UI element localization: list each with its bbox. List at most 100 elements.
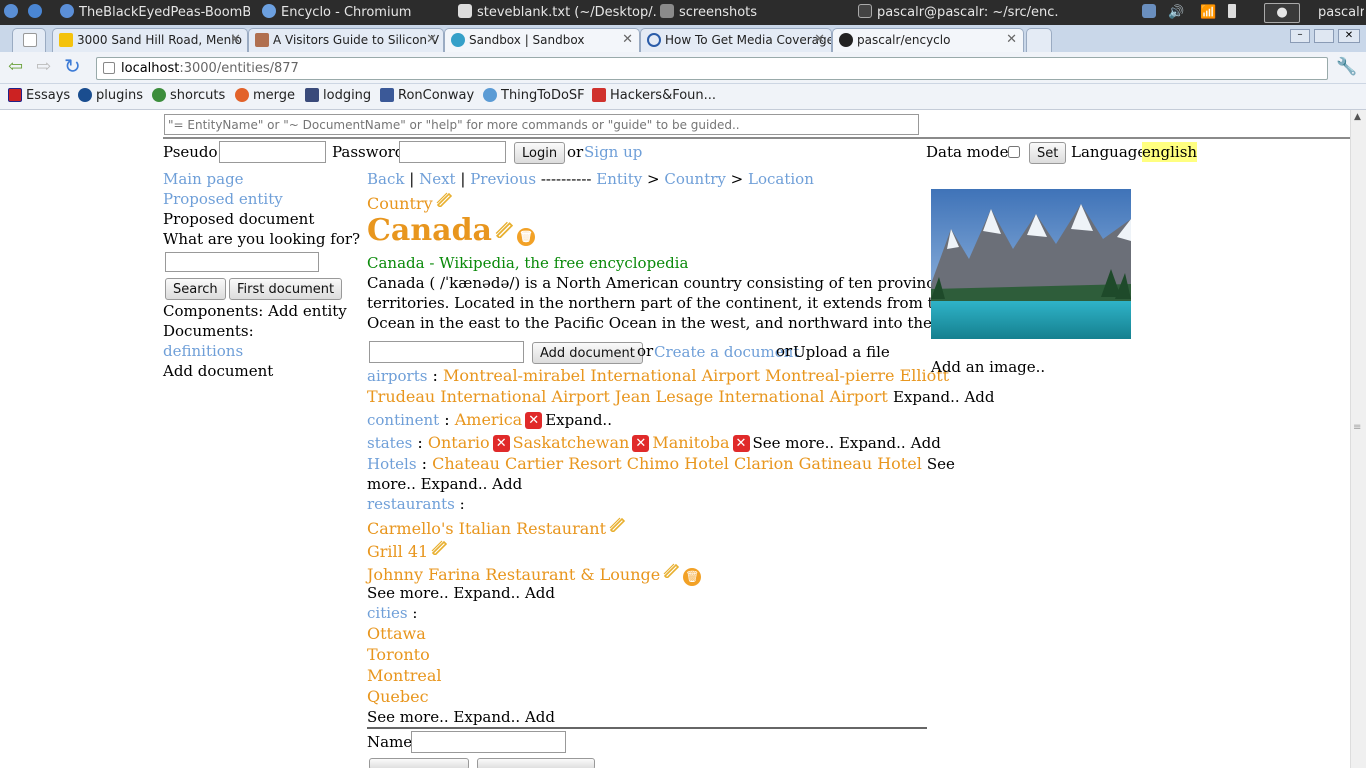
password-input[interactable] [399, 141, 506, 163]
state-item[interactable]: Saskatchewan [513, 433, 630, 452]
next-link[interactable]: Next [419, 170, 456, 188]
back-icon[interactable]: ⇦ [8, 58, 23, 76]
name-input[interactable] [411, 731, 566, 753]
sidebar-components[interactable]: Components: Add entity [163, 301, 347, 321]
close-icon[interactable]: ✕ [814, 29, 825, 51]
minimize-icon[interactable]: – [1290, 29, 1310, 43]
reload-icon[interactable]: ↻ [64, 56, 81, 76]
relation-label[interactable]: restaurants [367, 495, 455, 513]
city-item[interactable]: Quebec [367, 687, 429, 707]
volume-icon[interactable]: 🔊 [1168, 0, 1190, 25]
relation-label[interactable]: states [367, 434, 412, 452]
see-more-expand-link[interactable]: See more.. Expand.. [753, 434, 906, 452]
sidebar-proposed-document[interactable]: Proposed document [163, 209, 314, 229]
relation-label[interactable]: airports [367, 367, 427, 385]
state-item[interactable]: Ontario [428, 433, 490, 452]
new-tab-button[interactable] [1026, 28, 1052, 52]
edit-pencil-icon[interactable] [431, 539, 448, 555]
delete-trash-icon[interactable]: 🗑 [516, 228, 535, 246]
expand-add-link[interactable]: Expand.. Add [893, 388, 995, 406]
chromium-launcher-icon[interactable] [28, 0, 48, 25]
remove-icon[interactable]: ✕ [492, 435, 510, 452]
crumb-location[interactable]: Location [748, 170, 814, 188]
tab-sandbox[interactable]: Sandbox | Sandbox ✕ [444, 28, 640, 52]
sidebar-proposed-entity[interactable]: Proposed entity [163, 189, 283, 209]
tab-encyclo[interactable]: pascalr/encyclo ✕ [832, 28, 1024, 52]
document-name-input[interactable] [369, 341, 524, 363]
bookmark-shorcuts[interactable]: shorcuts [152, 88, 225, 103]
bookmark-essays[interactable]: Essays [8, 88, 70, 103]
city-item[interactable]: Ottawa [367, 624, 426, 644]
address-bar[interactable]: localhost:3000/entities/877 [96, 57, 1328, 80]
app-menu-icon[interactable] [4, 0, 24, 25]
expand-link[interactable]: Expand.. [545, 411, 612, 429]
scroll-up-icon[interactable]: ▲ [1354, 112, 1361, 122]
close-icon[interactable]: ✕ [426, 29, 437, 51]
edit-pencil-icon[interactable] [609, 516, 626, 532]
edit-pencil-icon[interactable] [663, 562, 680, 578]
more-expand-link[interactable]: more.. Expand.. [367, 475, 487, 493]
back-link[interactable]: Back [367, 170, 404, 188]
partial-button[interactable] [477, 758, 595, 768]
add-link[interactable]: Add [525, 708, 555, 726]
close-icon[interactable]: ✕ [230, 29, 241, 51]
hotel-list[interactable]: Chateau Cartier Resort Chimo Hotel Clari… [432, 454, 922, 473]
remove-icon[interactable]: ✕ [732, 435, 750, 452]
taskbar-item[interactable]: Encyclo - Chromium [262, 0, 442, 25]
bookmark-plugins[interactable]: plugins [78, 88, 143, 103]
forward-icon[interactable]: ⇨ [36, 58, 51, 76]
bookmark-ronconway[interactable]: RonConway [380, 88, 474, 103]
wifi-icon[interactable]: 📶 [1200, 0, 1222, 25]
set-button[interactable]: Set [1029, 142, 1067, 164]
add-document-button[interactable]: Add document [532, 342, 643, 364]
command-input[interactable] [164, 114, 919, 135]
pseudo-input[interactable] [219, 141, 326, 163]
scroll-grip[interactable]: ≡ [1353, 422, 1364, 442]
wrench-icon[interactable]: 🔧 [1336, 57, 1357, 77]
language-value[interactable]: english [1142, 142, 1198, 162]
tab-maps[interactable]: 3000 Sand Hill Road, Menlo ✕ [52, 28, 248, 52]
bookmark-lodging[interactable]: lodging [305, 88, 371, 103]
add-image-link[interactable]: Add an image.. [931, 357, 1045, 377]
close-icon[interactable]: ✕ [1006, 29, 1017, 51]
search-button[interactable]: Search [165, 278, 226, 300]
crumb-entity[interactable]: Entity [596, 170, 642, 188]
vertical-scrollbar[interactable]: ▲ ≡ [1350, 110, 1366, 768]
edit-pencil-icon[interactable] [436, 191, 452, 207]
airport-list[interactable]: Montreal-mirabel International Airport M… [443, 366, 949, 385]
see-more-expand-link[interactable]: See more.. Expand.. [367, 708, 520, 726]
bookmark-hackers-founders[interactable]: Hackers&Foun... [592, 88, 716, 103]
sidebar-add-document[interactable]: Add document [163, 361, 273, 381]
browser-indicator-icon[interactable]: ● [1264, 0, 1304, 25]
sidebar-main-page[interactable]: Main page [163, 169, 244, 189]
close-icon[interactable]: ✕ [622, 29, 633, 51]
relation-label[interactable]: continent [367, 411, 439, 429]
taskbar-item[interactable]: TheBlackEyedPeas-BoomB... [60, 0, 250, 25]
user-name[interactable]: pascalr [1318, 0, 1364, 25]
see-link[interactable]: See [927, 455, 955, 473]
continent-value[interactable]: America [455, 410, 522, 429]
airport-list[interactable]: Trudeau International Airport Jean Lesag… [367, 387, 888, 406]
taskbar-item[interactable]: pascalr@pascalr: ~/src/enc... [858, 0, 1058, 25]
bookmark-merge[interactable]: merge [235, 88, 295, 103]
remove-icon[interactable]: ✕ [632, 435, 650, 452]
network-icon[interactable] [1142, 0, 1162, 25]
delete-trash-icon[interactable]: 🗑 [683, 568, 702, 586]
relation-label[interactable]: cities [367, 604, 408, 622]
sidebar-definitions[interactable]: definitions [163, 341, 243, 361]
add-link[interactable]: Add [492, 475, 522, 493]
bookmark-thingtodosf[interactable]: ThingToDoSF [483, 88, 585, 103]
see-more-expand-link[interactable]: See more.. Expand.. [367, 584, 520, 602]
maximize-icon[interactable] [1314, 29, 1334, 43]
state-item[interactable]: Manitoba [652, 433, 729, 452]
edit-pencil-icon[interactable] [495, 220, 513, 238]
taskbar-item[interactable]: steveblank.txt (~/Desktop/... [458, 0, 658, 25]
previous-link[interactable]: Previous [470, 170, 536, 188]
relation-label[interactable]: Hotels [367, 455, 417, 473]
taskbar-item[interactable]: screenshots [660, 0, 840, 25]
upload-file-link[interactable]: Upload a file [793, 342, 890, 362]
sidebar-search-input[interactable] [165, 252, 319, 272]
remove-icon[interactable]: ✕ [525, 412, 543, 429]
city-item[interactable]: Toronto [367, 645, 430, 665]
crumb-country[interactable]: Country [664, 170, 726, 188]
